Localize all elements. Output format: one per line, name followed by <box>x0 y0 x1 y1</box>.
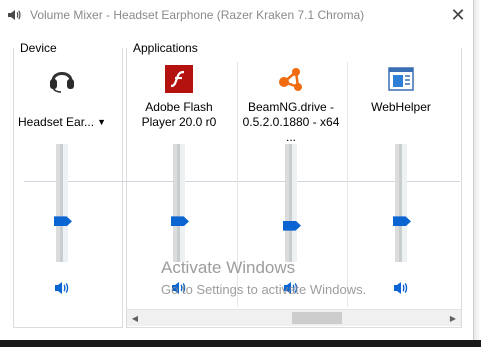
title-bar: Volume Mixer - Headset Earphone (Razer K… <box>0 0 474 30</box>
device-volume-thumb[interactable] <box>54 216 72 227</box>
adobe-flash-icon <box>165 65 193 93</box>
device-label: Headset Ear... <box>18 115 95 129</box>
window-shadow <box>474 0 481 343</box>
webhelper-mute-speaker-icon[interactable] <box>392 280 410 296</box>
applications-group-label: Applications <box>131 41 200 55</box>
app-label-adobe-flash: Adobe Flash Player 20.0 r0 <box>141 100 217 129</box>
close-icon: ✕ <box>450 4 466 26</box>
taskbar-edge <box>0 340 481 347</box>
window-title: Volume Mixer - Headset Earphone (Razer K… <box>30 8 365 22</box>
slider-groove <box>60 144 63 262</box>
scroll-left-arrow-icon[interactable]: ◀ <box>127 310 143 326</box>
headset-icon <box>50 72 74 93</box>
chevron-down-icon: ▼ <box>97 117 106 127</box>
device-mute-speaker-icon[interactable] <box>53 280 71 296</box>
beamng-volume-thumb[interactable] <box>283 220 301 231</box>
device-select[interactable]: Headset Ear... ▼ <box>8 100 116 130</box>
webhelper-volume-slider[interactable] <box>393 144 411 262</box>
device-volume-slider[interactable] <box>54 144 72 262</box>
speaker-app-icon <box>8 10 21 20</box>
slider-groove <box>289 144 292 262</box>
webhelper-volume-thumb[interactable] <box>393 216 411 227</box>
adobe-flash-volume-thumb[interactable] <box>171 216 189 227</box>
slider-groove <box>177 144 180 262</box>
watermark-title: Activate Windows <box>161 258 296 277</box>
device-channel: Headset Ear... ▼ <box>8 62 116 302</box>
beamng-volume-slider[interactable] <box>283 144 301 262</box>
applications-horizontal-scrollbar[interactable]: ◀ ▶ <box>127 309 461 326</box>
scrollbar-thumb[interactable] <box>292 312 342 324</box>
app-label-beamng: BeamNG.drive - 0.5.2.0.1880 - x64 ... <box>242 100 340 144</box>
beamng-icon <box>279 68 302 91</box>
adobe-flash-volume-slider[interactable] <box>171 144 189 262</box>
slider-groove <box>399 144 402 262</box>
webhelper-icon <box>388 67 414 91</box>
activate-windows-watermark: Activate Windows Go to Settings to activ… <box>161 258 366 297</box>
device-group-label: Device <box>18 41 59 55</box>
scroll-right-arrow-icon[interactable]: ▶ <box>445 310 461 326</box>
watermark-subtitle: Go to Settings to activate Windows. <box>161 282 367 297</box>
close-button[interactable]: ✕ <box>444 2 472 28</box>
volume-mixer-window: Volume Mixer - Headset Earphone (Razer K… <box>0 0 474 343</box>
app-label-webhelper: WebHelper <box>371 100 431 114</box>
